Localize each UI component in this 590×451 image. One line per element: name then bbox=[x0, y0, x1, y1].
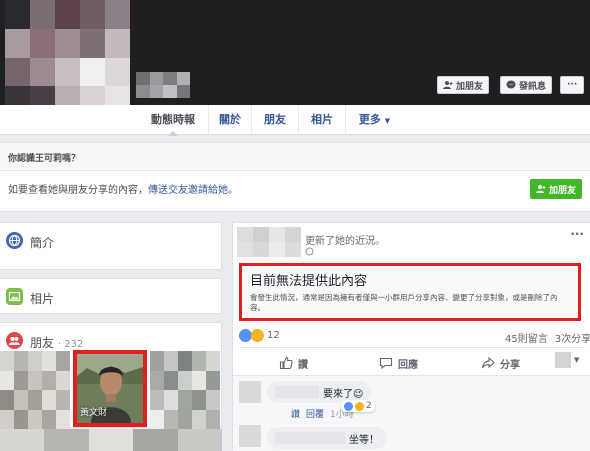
commenter-name[interactable] bbox=[275, 432, 345, 444]
avatar[interactable] bbox=[239, 425, 261, 447]
avatar[interactable] bbox=[239, 381, 261, 403]
know-description-prefix: 如要查看她與朋友分享的內容， bbox=[8, 185, 148, 196]
commenter-name[interactable] bbox=[275, 386, 319, 398]
friend-thumbnail[interactable] bbox=[150, 351, 220, 429]
profile-tab-bar: 動態時報 關於 朋友 相片 更多 ▼ bbox=[0, 105, 590, 136]
post-card: 更新了她的近況。 ··· 目前無法提供此內容 會發生此情況，通常是因為擁有者僅與… bbox=[232, 222, 590, 451]
comment-label: 回應 bbox=[398, 359, 418, 371]
tab-more-label: 更多 bbox=[358, 113, 381, 126]
know-description-suffix: 。 bbox=[228, 185, 238, 196]
message-button[interactable]: 發訊息 bbox=[500, 76, 553, 94]
message-label: 發訊息 bbox=[519, 81, 547, 92]
reaction-selector[interactable]: ▼ bbox=[555, 352, 579, 368]
unavailable-title: 目前無法提供此內容 bbox=[250, 274, 368, 289]
comment-text: 坐等！ bbox=[349, 434, 379, 446]
more-options-label: ··· bbox=[567, 80, 578, 90]
highlighted-friend-photo[interactable]: 黃文財 bbox=[73, 350, 147, 427]
comment-icon bbox=[379, 357, 393, 370]
comment-button[interactable]: 回應 bbox=[379, 354, 418, 372]
intro-card[interactable]: 簡介 bbox=[0, 222, 222, 270]
friends-icon bbox=[6, 332, 23, 349]
reaction-count: 12 bbox=[267, 330, 280, 341]
shares-count[interactable]: 3次分享 bbox=[555, 334, 590, 345]
cover-photo: 加朋友 發訊息 ··· bbox=[0, 0, 590, 105]
more-options-button[interactable]: ··· bbox=[560, 76, 585, 94]
add-friend-button[interactable]: 加朋友 bbox=[437, 76, 490, 94]
comments-count[interactable]: 45則留言 bbox=[505, 334, 548, 345]
profile-name bbox=[136, 72, 190, 98]
send-request-link[interactable]: 傳送交友邀請給她 bbox=[148, 185, 228, 196]
divider bbox=[239, 347, 585, 348]
globe-icon bbox=[6, 232, 23, 249]
intro-title: 簡介 bbox=[30, 236, 55, 250]
unavailable-description: 會發生此情況，通常是因為擁有者僅與一小群用戶分享內容、變更了分享對象，或是刪除了… bbox=[250, 293, 558, 312]
tab-friends-label: 朋友 bbox=[264, 113, 286, 126]
tab-timeline-label: 動態時報 bbox=[151, 113, 195, 126]
add-friend-green-label: 加朋友 bbox=[548, 185, 576, 196]
post-menu-button[interactable]: ··· bbox=[570, 227, 584, 241]
tab-photos[interactable]: 相片 bbox=[298, 105, 345, 135]
tab-friends[interactable]: 朋友 bbox=[251, 105, 298, 135]
comment-reaction-count: 2 bbox=[366, 401, 372, 411]
know-question: 你認識王可莉嗎？ bbox=[0, 143, 590, 171]
tab-about[interactable]: 關於 bbox=[208, 105, 251, 135]
share-label: 分享 bbox=[500, 359, 520, 371]
comment-reply-link[interactable]: 回覆 bbox=[306, 407, 324, 420]
reaction-summary[interactable]: 12 bbox=[239, 329, 280, 342]
like-reaction-icon bbox=[344, 401, 353, 411]
highlighted-friend-name: 黃文財 bbox=[80, 408, 108, 418]
photos-title: 相片 bbox=[30, 292, 55, 306]
comment-like-link[interactable]: 讚 bbox=[291, 407, 300, 420]
add-friend-icon bbox=[535, 185, 546, 193]
post-author-avatar[interactable] bbox=[237, 227, 301, 257]
like-button[interactable]: 讚 bbox=[279, 354, 308, 372]
avatar bbox=[555, 352, 571, 368]
post-update-text: 更新了她的近況。 bbox=[305, 236, 385, 247]
tab-timeline[interactable]: 動態時報 bbox=[138, 105, 208, 136]
photos-card[interactable]: 相片 bbox=[0, 278, 222, 314]
haha-reaction-icon bbox=[355, 401, 364, 411]
add-friend-icon bbox=[443, 81, 453, 89]
add-friend-green-button[interactable]: 加朋友 bbox=[529, 179, 582, 199]
like-label: 讚 bbox=[298, 359, 308, 371]
thumbs-up-icon bbox=[279, 356, 293, 370]
tab-more[interactable]: 更多 ▼ bbox=[345, 105, 403, 135]
friend-thumbnail[interactable] bbox=[0, 429, 222, 451]
globe-icon bbox=[305, 246, 314, 256]
tab-photos-label: 相片 bbox=[311, 113, 333, 126]
friends-title-label: 朋友 bbox=[30, 336, 55, 350]
messenger-icon bbox=[506, 80, 516, 89]
chevron-down-icon: ▼ bbox=[384, 117, 391, 125]
comment-text: 要來了😉 bbox=[323, 388, 364, 400]
friends-title: 朋友 · 232 bbox=[30, 334, 83, 351]
know-description: 如要查看她與朋友分享的內容，傳送交友邀請給她。 bbox=[8, 181, 238, 196]
content-unavailable-notice: 目前無法提供此內容 會發生此情況，通常是因為擁有者僅與一小群用戶分享內容、變更了… bbox=[239, 263, 581, 321]
friend-suggestion-box: 你認識王可莉嗎？ 如要查看她與朋友分享的內容，傳送交友邀請給她。 加朋友 bbox=[0, 142, 590, 212]
comment-reactions[interactable]: 2 bbox=[341, 400, 375, 412]
share-icon bbox=[481, 356, 495, 369]
friends-count: · 232 bbox=[57, 339, 84, 350]
post-stats[interactable]: 45則留言 3次分享 bbox=[505, 330, 590, 345]
comment-bubble: 坐等！ bbox=[267, 427, 387, 449]
tab-about-label: 關於 bbox=[219, 113, 241, 126]
photo-icon bbox=[6, 288, 23, 305]
share-button[interactable]: 分享 bbox=[481, 354, 520, 372]
friend-thumbnail[interactable] bbox=[0, 351, 70, 429]
profile-picture[interactable] bbox=[5, 0, 130, 105]
chevron-down-icon: ▼ bbox=[574, 356, 580, 364]
haha-reaction-icon bbox=[251, 329, 264, 342]
add-friend-label: 加朋友 bbox=[456, 81, 484, 92]
